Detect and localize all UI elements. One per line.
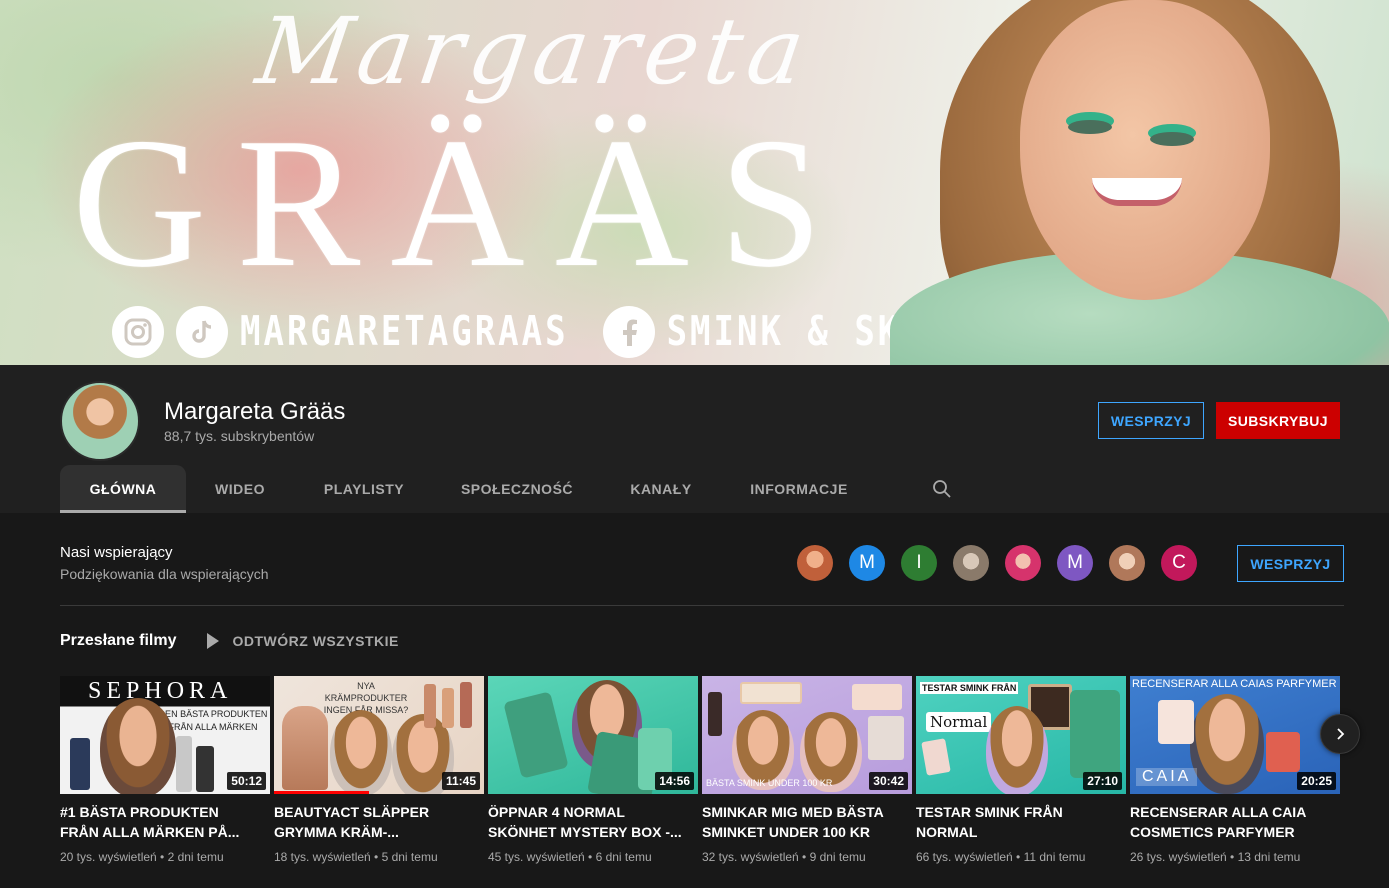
video-meta: 26 tys. wyświetleń • 13 dni temu xyxy=(1130,850,1301,864)
play-icon xyxy=(206,633,219,649)
supporters-subtitle: Podziękowania dla wspierających xyxy=(60,566,269,582)
video-card[interactable]: SEPHORA DEN BÄSTA PRODUKTEN FRÅN ALLA MÄ… xyxy=(60,676,270,864)
shelf-next-button[interactable] xyxy=(1320,714,1360,754)
banner-social-handle: MARGARETAGRAAS xyxy=(240,308,569,356)
tab-about[interactable]: INFORMACJE xyxy=(722,465,876,513)
video-duration: 50:12 xyxy=(227,772,266,790)
channel-avatar[interactable] xyxy=(60,381,140,461)
video-title[interactable]: SMINKAR MIG MED BÄSTA SMINKET UNDER 100 … xyxy=(702,802,902,842)
video-card[interactable]: 14:56 ÖPPNAR 4 NORMAL SKÖNHET MYSTERY BO… xyxy=(488,676,698,864)
banner-portrait xyxy=(870,0,1389,365)
video-card[interactable]: RECENSERAR ALLA CAIAS PARFYMER CAIA 20:2… xyxy=(1130,676,1340,864)
channel-title: Margareta Grääs xyxy=(164,398,346,425)
supporter-avatar[interactable] xyxy=(1005,545,1041,581)
thumbnail-text: RECENSERAR ALLA CAIAS PARFYMER xyxy=(1132,678,1337,690)
video-card[interactable]: TESTAR SMINK FRÅN Normal 27:10 TESTAR SM… xyxy=(916,676,1126,864)
watch-progress-bar xyxy=(274,791,369,794)
supporter-avatar[interactable]: I xyxy=(901,545,937,581)
thumbnail-subtext: Normal xyxy=(926,712,992,732)
tab-channels[interactable]: KANAŁY xyxy=(600,465,722,513)
chevron-right-icon xyxy=(1337,728,1345,740)
supporter-avatar[interactable]: M xyxy=(849,545,885,581)
channel-banner: Margareta GRÄÄS MARGARETAGRAAS SMINK & S… xyxy=(0,0,1389,365)
video-duration: 20:25 xyxy=(1297,772,1336,790)
supporter-avatar[interactable]: M xyxy=(1057,545,1093,581)
video-meta: 18 tys. wyświetleń • 5 dni temu xyxy=(274,850,438,864)
uploads-header: Przesłane filmy ODTWÓRZ WSZYSTKIE xyxy=(60,630,399,652)
video-title[interactable]: #1 BÄSTA PRODUKTEN FRÅN ALLA MÄRKEN PÅ..… xyxy=(60,802,260,842)
video-thumbnail[interactable]: BÄSTA SMINK UNDER 100 KR 30:42 xyxy=(702,676,912,794)
tiktok-icon xyxy=(176,306,228,358)
instagram-icon xyxy=(112,306,164,358)
supporters-title: Nasi wspierający xyxy=(60,544,173,561)
tab-community[interactable]: SPOŁECZNOŚĆ xyxy=(434,465,600,513)
tab-home[interactable]: GŁÓWNA xyxy=(60,465,186,513)
video-meta: 20 tys. wyświetleń • 2 dni temu xyxy=(60,850,224,864)
supporter-avatar[interactable] xyxy=(797,545,833,581)
video-thumbnail[interactable]: TESTAR SMINK FRÅN Normal 27:10 xyxy=(916,676,1126,794)
video-title[interactable]: BEAUTYACT SLÄPPER GRYMMA KRÄM-... xyxy=(274,802,474,842)
video-card[interactable]: BÄSTA SMINK UNDER 100 KR 30:42 SMINKAR M… xyxy=(702,676,912,864)
supporter-avatars: M I M C xyxy=(797,545,1197,581)
video-meta: 32 tys. wyświetleń • 9 dni temu xyxy=(702,850,866,864)
thumbnail-text: TESTAR SMINK FRÅN xyxy=(920,682,1019,694)
thumbnail-subtext: CAIA xyxy=(1136,768,1198,786)
supporters-support-button[interactable]: WESPRZYJ xyxy=(1237,545,1344,582)
video-thumbnail[interactable]: SEPHORA DEN BÄSTA PRODUKTEN FRÅN ALLA MÄ… xyxy=(60,676,270,794)
video-title[interactable]: ÖPPNAR 4 NORMAL SKÖNHET MYSTERY BOX -... xyxy=(488,802,688,842)
play-all-button[interactable]: ODTWÓRZ WSZYSTKIE xyxy=(206,633,399,649)
supporter-avatar[interactable] xyxy=(1109,545,1145,581)
tab-playlists[interactable]: PLAYLISTY xyxy=(294,465,434,513)
channel-tabs: GŁÓWNA WIDEO PLAYLISTY SPOŁECZNOŚĆ KANAŁY… xyxy=(60,465,962,513)
video-duration: 27:10 xyxy=(1083,772,1122,790)
video-duration: 11:45 xyxy=(441,772,480,790)
facebook-icon xyxy=(602,306,655,358)
video-thumbnail[interactable]: RECENSERAR ALLA CAIAS PARFYMER CAIA 20:2… xyxy=(1130,676,1340,794)
subscriber-count: 88,7 tys. subskrybentów xyxy=(164,428,315,444)
play-all-label: ODTWÓRZ WSZYSTKIE xyxy=(232,633,399,649)
video-meta: 66 tys. wyświetleń • 11 dni temu xyxy=(916,850,1086,864)
video-thumbnail[interactable]: NYA KRÄMPRODUKTER INGEN FÅR MISSA? 11:45 xyxy=(274,676,484,794)
video-shelf: SEPHORA DEN BÄSTA PRODUKTEN FRÅN ALLA MÄ… xyxy=(60,676,1340,864)
thumbnail-text: SEPHORA xyxy=(88,678,233,704)
video-duration: 14:56 xyxy=(655,772,694,790)
support-button[interactable]: WESPRZYJ xyxy=(1098,402,1204,439)
supporters-section: Nasi wspierający Podziękowania dla wspie… xyxy=(60,540,1344,606)
tab-videos[interactable]: WIDEO xyxy=(186,465,294,513)
thumbnail-subtext: DEN BÄSTA PRODUKTEN FRÅN ALLA MÄRKEN xyxy=(158,709,268,732)
video-title[interactable]: TESTAR SMINK FRÅN NORMAL xyxy=(916,802,1116,842)
supporter-avatar[interactable]: C xyxy=(1161,545,1197,581)
banner-script-text: Margareta xyxy=(250,0,817,105)
banner-name-text: GRÄÄS xyxy=(72,100,853,306)
subscribe-button[interactable]: SUBSKRYBUJ xyxy=(1216,402,1340,439)
video-title[interactable]: RECENSERAR ALLA CAIA COSMETICS PARFYMER xyxy=(1130,802,1330,842)
channel-header: Margareta Grääs 88,7 tys. subskrybentów … xyxy=(0,365,1389,513)
video-thumbnail[interactable]: 14:56 xyxy=(488,676,698,794)
video-card[interactable]: NYA KRÄMPRODUKTER INGEN FÅR MISSA? 11:45… xyxy=(274,676,484,864)
search-icon[interactable] xyxy=(922,465,962,513)
supporter-avatar[interactable] xyxy=(953,545,989,581)
video-meta: 45 tys. wyświetleń • 6 dni temu xyxy=(488,850,652,864)
video-duration: 30:42 xyxy=(869,772,908,790)
uploads-title[interactable]: Przesłane filmy xyxy=(60,632,177,650)
thumbnail-text: BÄSTA SMINK UNDER 100 KR xyxy=(706,778,833,788)
